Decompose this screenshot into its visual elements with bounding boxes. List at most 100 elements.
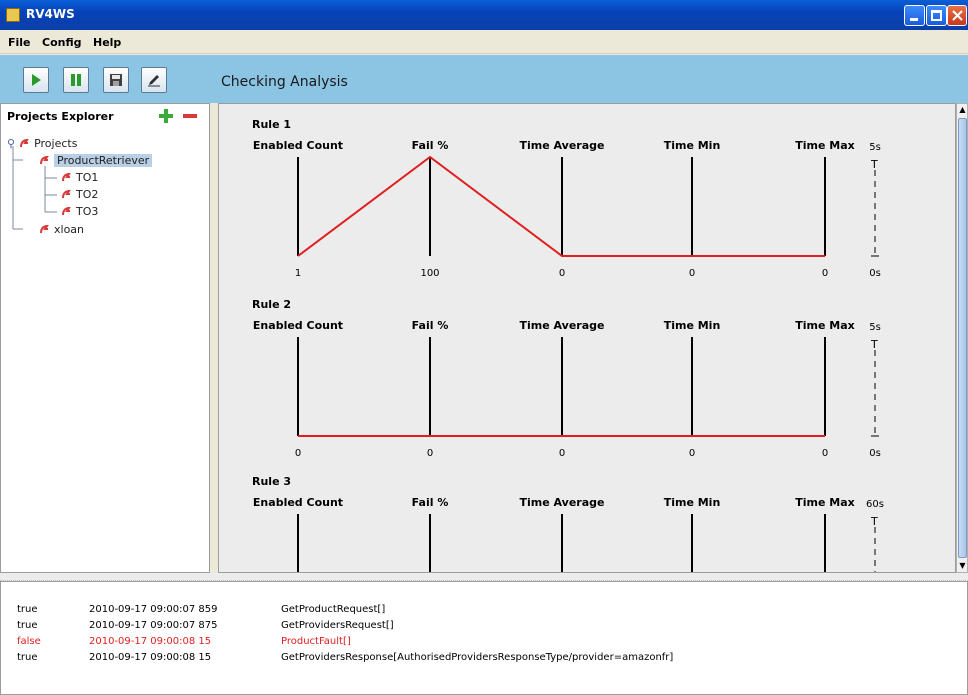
horizontal-splitter[interactable]: [0, 573, 968, 581]
log-time: 2010-09-17 09:00:07 859: [89, 604, 218, 615]
edit-icon: [148, 75, 160, 87]
close-icon: [952, 10, 963, 21]
page-title: Checking Analysis: [221, 74, 348, 90]
scale-min-label: 0s: [869, 268, 881, 279]
pause-icon: [71, 74, 81, 86]
pause-button[interactable]: [63, 67, 89, 93]
window-title: RV4WS: [26, 7, 75, 21]
metric-value: 0: [689, 268, 695, 279]
metric-header: Time Average: [520, 139, 605, 152]
log-message: ProductFault[]: [281, 636, 351, 647]
event-log: true 2010-09-17 09:00:07 859 GetProductR…: [0, 581, 968, 695]
scroll-down-icon[interactable]: ▼: [958, 560, 967, 572]
title-bar: RV4WS: [0, 0, 968, 30]
tree-item-to3[interactable]: TO3: [61, 205, 98, 218]
task-icon: [62, 189, 71, 199]
scale-top-mark: T: [870, 338, 878, 351]
menu-config[interactable]: Config: [42, 36, 82, 49]
projects-explorer: Projects Explorer ⚲ Projects ProductRetri…: [0, 103, 210, 573]
tree-item-label: TO2: [76, 188, 99, 201]
task-icon: [62, 172, 71, 182]
log-status: true: [17, 652, 38, 663]
log-status: false: [17, 636, 41, 647]
metric-header: Time Average: [520, 496, 605, 509]
scale-top-mark: T: [870, 158, 878, 171]
metric-value: 1: [295, 268, 301, 279]
edit-button[interactable]: [141, 67, 167, 93]
scale-max-label: 5s: [869, 142, 881, 153]
log-message: GetProvidersResponse[AuthorisedProviders…: [281, 652, 674, 663]
save-button[interactable]: [103, 67, 129, 93]
metric-value: 0: [295, 448, 301, 459]
log-time: 2010-09-17 09:00:08 15: [89, 652, 212, 663]
scale-max-label: 60s: [866, 499, 884, 510]
scale-max-label: 5s: [869, 322, 881, 333]
save-icon: [110, 74, 122, 86]
maximize-icon: [931, 10, 942, 21]
tree-item-label: TO3: [76, 205, 99, 218]
metric-header: Fail %: [412, 496, 449, 509]
metric-header: Time Max: [795, 139, 855, 152]
metric-value: 0: [559, 448, 565, 459]
metric-header: Time Min: [664, 139, 721, 152]
log-message: GetProvidersRequest[]: [281, 620, 394, 631]
tree-item-label: ProductRetriever: [54, 154, 153, 167]
scrollbar-thumb[interactable]: [958, 118, 967, 558]
tree-item-label: xloan: [54, 223, 85, 236]
play-icon: [32, 74, 41, 86]
run-button[interactable]: [23, 67, 49, 93]
tree-item-productretriever[interactable]: ProductRetriever: [39, 154, 153, 167]
scroll-up-icon[interactable]: ▲: [958, 104, 967, 116]
metric-header: Fail %: [412, 139, 449, 152]
menu-file[interactable]: File: [8, 36, 31, 49]
project-icon: [40, 155, 49, 165]
metric-header: Time Max: [795, 319, 855, 332]
tree-item-label: TO1: [76, 171, 99, 184]
menu-help[interactable]: Help: [93, 36, 121, 49]
metric-value: 0: [689, 448, 695, 459]
app-icon: [6, 8, 20, 22]
scale-min-label: 0s: [869, 448, 881, 459]
tree-item-projects[interactable]: ⚲ Projects: [7, 137, 77, 150]
log-message: GetProductRequest[]: [281, 604, 386, 615]
maximize-button[interactable]: [926, 5, 947, 26]
scale-top-mark: T: [870, 515, 878, 528]
tree-item-to2[interactable]: TO2: [61, 188, 98, 201]
metric-header: Time Average: [520, 319, 605, 332]
metric-header: Enabled Count: [253, 319, 343, 332]
rules-panel: Rule 1 Enabled Count 1 Fail % 100 Time Averag…: [218, 103, 956, 573]
log-status: true: [17, 620, 38, 631]
metric-value: 0: [559, 268, 565, 279]
task-icon: [62, 206, 71, 216]
metric-value: 0: [427, 448, 433, 459]
rule-title: Rule 1: [252, 118, 291, 131]
expand-toggle-icon[interactable]: ⚲: [7, 137, 15, 150]
tree-item-xloan[interactable]: xloan: [39, 223, 84, 236]
project-icon: [40, 224, 49, 234]
metric-value: 0: [822, 268, 828, 279]
rule-title: Rule 3: [252, 475, 291, 488]
metric-header: Enabled Count: [253, 139, 343, 152]
metric-value: 0: [822, 448, 828, 459]
log-status: true: [17, 604, 38, 615]
toolbar: [0, 55, 968, 103]
tree-item-to1[interactable]: TO1: [61, 171, 98, 184]
menu-bar: File Config Help: [0, 30, 968, 54]
vertical-scrollbar[interactable]: ▲ ▼: [956, 103, 968, 573]
metric-header: Fail %: [412, 319, 449, 332]
project-icon: [20, 138, 29, 148]
minimize-icon: [910, 18, 918, 21]
metric-header: Time Max: [795, 496, 855, 509]
metric-header: Time Min: [664, 496, 721, 509]
metric-value: 100: [420, 268, 439, 279]
rule-title: Rule 2: [252, 298, 291, 311]
tree-item-label: Projects: [34, 137, 78, 150]
metric-header: Enabled Count: [253, 496, 343, 509]
tree-lines: [12, 146, 57, 230]
close-button[interactable]: [947, 5, 967, 26]
minimize-button[interactable]: [904, 5, 925, 26]
vertical-splitter[interactable]: [210, 103, 218, 573]
metric-header: Time Min: [664, 319, 721, 332]
log-time: 2010-09-17 09:00:07 875: [89, 620, 218, 631]
log-time: 2010-09-17 09:00:08 15: [89, 636, 212, 647]
